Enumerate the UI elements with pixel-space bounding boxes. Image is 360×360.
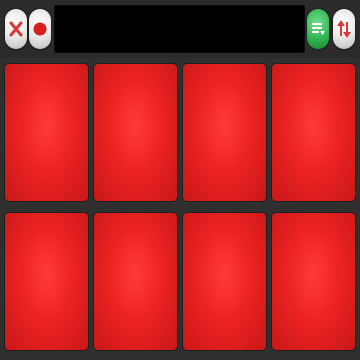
pad-grid	[0, 58, 360, 360]
pad-5[interactable]	[5, 213, 88, 350]
list-icon	[312, 23, 325, 35]
pad-2[interactable]	[94, 64, 177, 201]
record-icon	[33, 22, 47, 36]
sort-button[interactable]	[333, 9, 355, 49]
display-screen	[54, 5, 305, 53]
swap-vertical-icon	[337, 20, 351, 38]
pad-4[interactable]	[272, 64, 355, 201]
clear-button[interactable]	[5, 9, 27, 49]
pad-3[interactable]	[183, 64, 266, 201]
close-icon	[9, 21, 23, 37]
pad-1[interactable]	[5, 64, 88, 201]
pad-6[interactable]	[94, 213, 177, 350]
toolbar	[0, 0, 360, 58]
record-button[interactable]	[29, 9, 51, 49]
drum-pad-app	[0, 0, 360, 360]
pad-7[interactable]	[183, 213, 266, 350]
pad-8[interactable]	[272, 213, 355, 350]
list-button[interactable]	[307, 9, 329, 49]
